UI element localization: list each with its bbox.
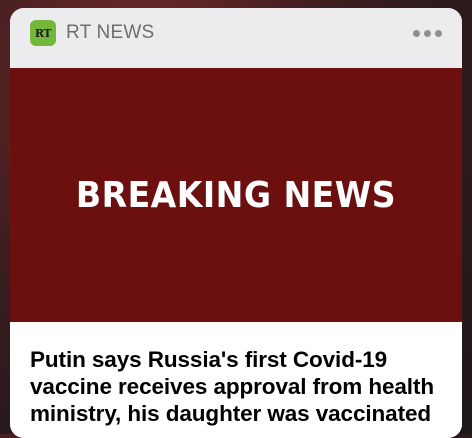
dot-icon <box>435 30 442 37</box>
more-options-icon[interactable] <box>413 30 442 37</box>
rt-app-icon: RT <box>30 20 56 46</box>
notification-headline: Putin says Russia's first Covid-19 vacci… <box>30 347 434 426</box>
app-name: RT NEWS <box>66 22 155 43</box>
dot-icon <box>424 30 431 37</box>
dot-icon <box>413 30 420 37</box>
notification-body[interactable]: Putin says Russia's first Covid-19 vacci… <box>10 322 462 438</box>
notification-header: RT RT NEWS <box>10 8 462 68</box>
breaking-news-text: BREAKING NEWS <box>75 174 397 216</box>
notification-card[interactable]: RT RT NEWS BREAKING NEWS Putin says Russ… <box>10 8 462 438</box>
app-icon-label: RT <box>34 26 52 40</box>
notification-image[interactable]: BREAKING NEWS <box>10 68 462 322</box>
